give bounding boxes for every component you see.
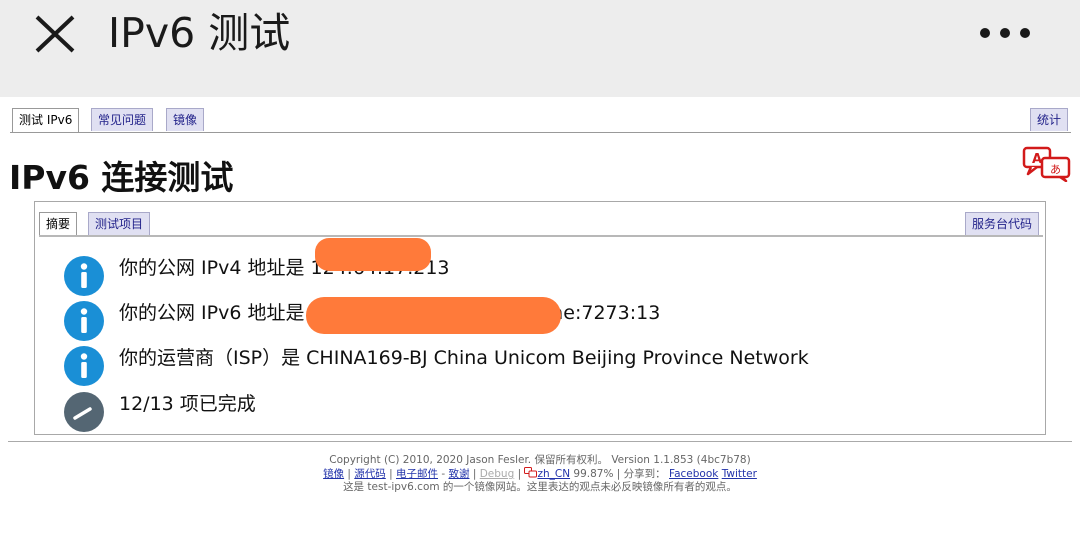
tab-summary[interactable]: 摘要 [39,212,78,237]
progress-icon [64,392,104,432]
footer-link-email[interactable]: 电子邮件 [396,468,438,480]
tab-test-ipv6[interactable]: 测试 IPv6 [12,108,80,133]
summary-panel: 摘要 测试项目 服务台代码 你的公网 IPv4 地址是 124.64.17.21… [34,201,1046,435]
footer-link-facebook[interactable]: Facebook [669,468,718,480]
tab-mirrors[interactable]: 镜像 [166,108,205,131]
page-title: IPv6 连接测试 [9,158,234,197]
tab-test-items[interactable]: 测试项目 [88,212,151,235]
footer-locale-percent: 99.87% [573,468,614,480]
result-row-isp: 你的运营商（ISP）是 CHINA169-BJ China Unicom Bei… [63,345,1033,389]
info-icon [64,346,104,386]
footer-mirror-note: 这是 test-ipv6.com 的一个镜像网站。这里表达的观点未必反映镜像所有… [343,481,737,493]
translate-icon[interactable]: A あ [1022,146,1072,182]
tab-stats[interactable]: 统计 [1030,108,1069,131]
redaction-mark [306,297,561,334]
svg-text:あ: あ [1050,163,1061,176]
result-text: 你的运营商（ISP）是 CHINA169-BJ China Unicom Bei… [119,347,809,369]
footer-link-thanks[interactable]: 致谢 [448,468,469,480]
info-icon [64,301,104,341]
footer-divider [8,441,1072,442]
footer-link-twitter[interactable]: Twitter [722,468,757,480]
top-tab-bar: 测试 IPv6 常见问题 镜像 统计 [0,108,1080,134]
redaction-mark [315,238,431,271]
footer-copyright: Copyright (C) 2010, 2020 Jason Fesler. 保… [329,454,751,466]
result-text: 12/13 项已完成 [119,393,256,415]
info-icon [64,256,104,296]
inner-tab-bar: 摘要 测试项目 服务台代码 [35,212,1045,237]
translate-icon [524,467,538,478]
tab-faq[interactable]: 常见问题 [91,108,154,131]
close-icon[interactable] [34,14,76,54]
footer-share-label: 分享到： [623,468,666,480]
tab-bar-divider [10,132,1071,133]
app-title: IPv6 测试 [108,9,291,57]
more-options-icon[interactable] [976,22,1034,44]
footer-email-value: - [438,468,449,480]
app-bar: IPv6 测试 [0,0,1080,97]
tab-service-code[interactable]: 服务台代码 [965,212,1040,235]
footer-links: 镜像 | 源代码 | 电子邮件 - 致谢 | Debug | zh_CN 99.… [323,467,757,480]
inner-tab-divider [39,235,1043,237]
footer-link-source[interactable]: 源代码 [354,468,386,480]
footer-link-mirror[interactable]: 镜像 [323,468,344,480]
result-row-ipv4: 你的公网 IPv4 地址是 124.64.17.213 [63,255,1033,299]
footer-link-locale[interactable]: zh_CN [537,468,570,480]
result-row-progress: 12/13 项已完成 [63,391,1033,435]
footer-link-debug[interactable]: Debug [480,468,515,480]
svg-text:A: A [1032,152,1042,167]
